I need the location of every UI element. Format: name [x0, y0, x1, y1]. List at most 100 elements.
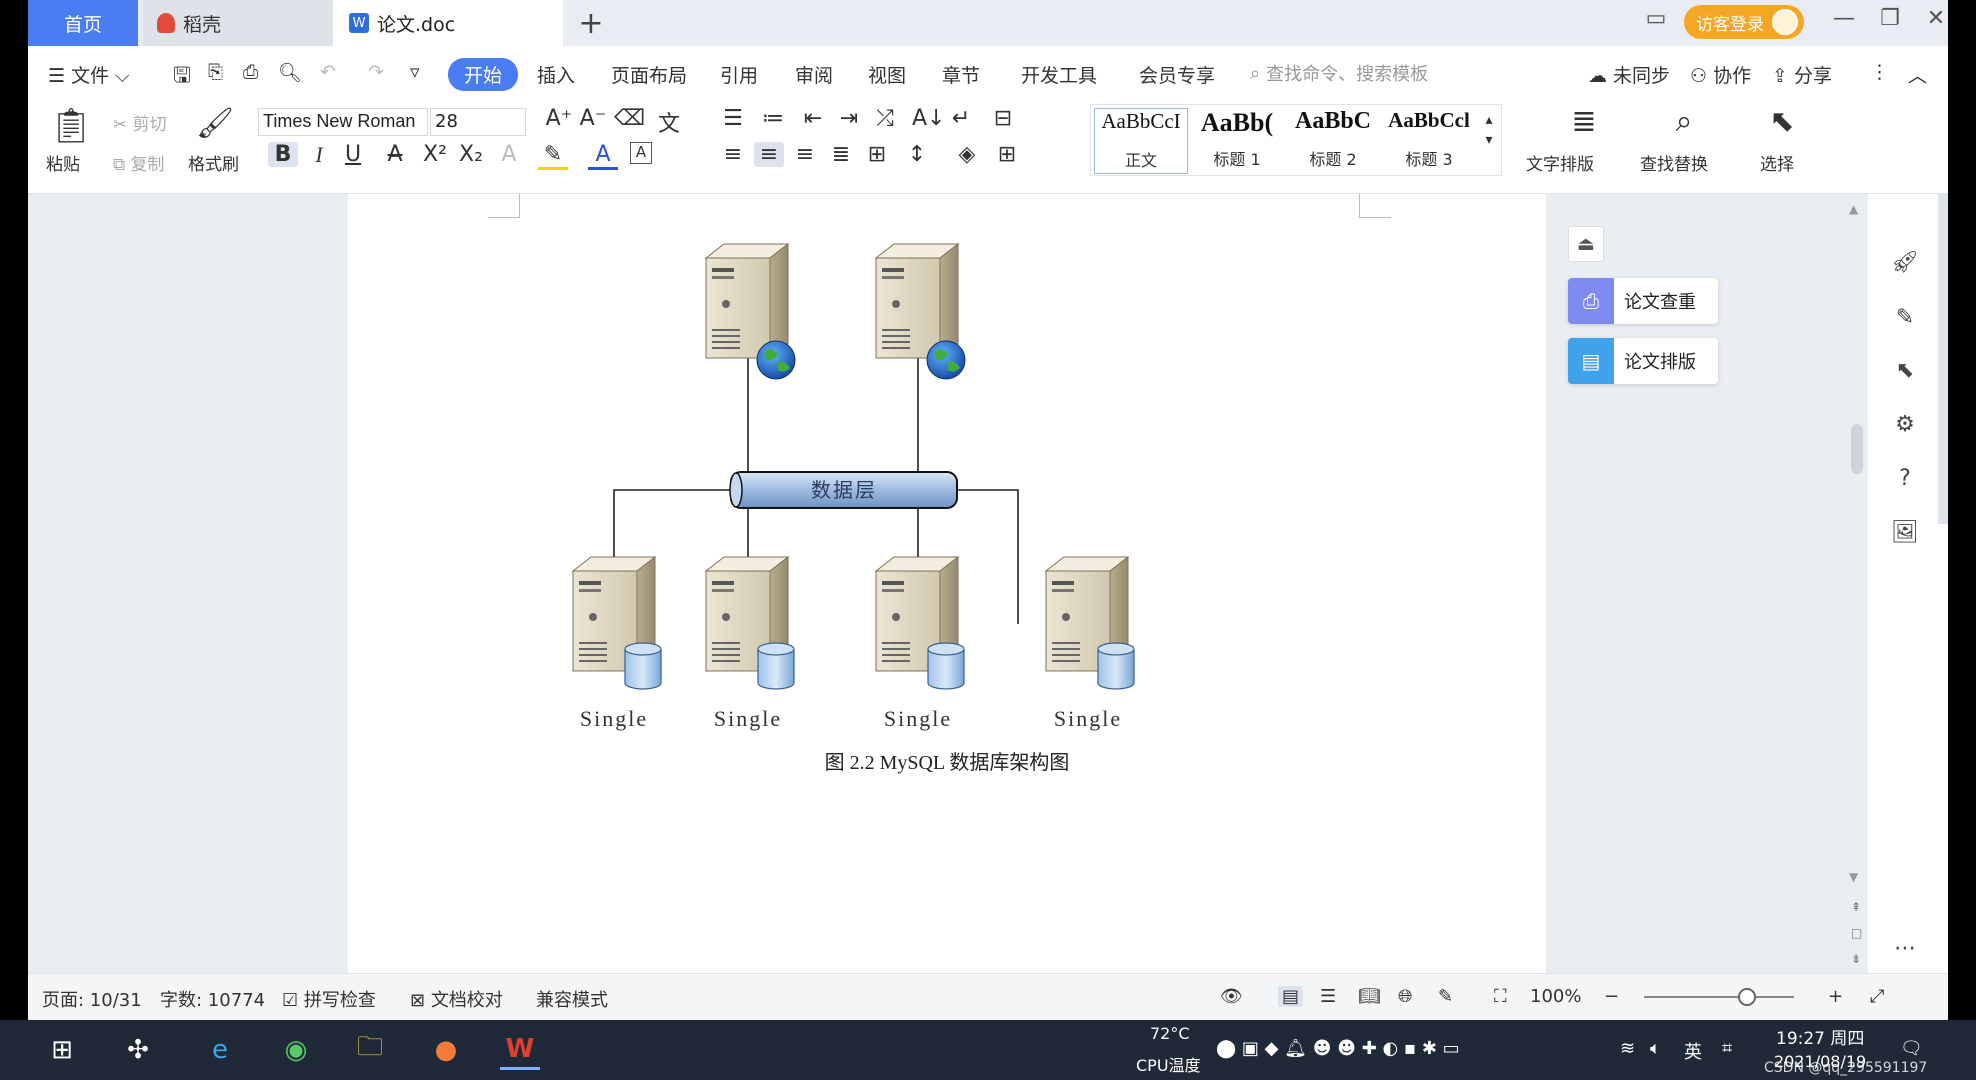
spell-check-button[interactable]: ☑ 拼写检查 [282, 986, 376, 1012]
italic-icon[interactable]: I [304, 142, 334, 168]
format-painter-icon[interactable]: 🖌︎ [196, 106, 234, 141]
shrink-font-icon[interactable]: A⁻ [578, 106, 608, 131]
font-size-select[interactable]: 28 [430, 108, 526, 136]
cursor-icon[interactable]: ⬉ [1890, 358, 1920, 383]
menu-item-view[interactable]: 视图 [868, 61, 906, 88]
menu-item-page-layout[interactable]: 页面布局 [611, 61, 687, 88]
highlight-icon[interactable]: ✎ [538, 142, 568, 170]
line-spacing-icon[interactable]: ↕ [902, 142, 932, 167]
pen-icon[interactable]: ✎ [1890, 305, 1920, 330]
restore-button[interactable]: ❐ [1870, 6, 1910, 31]
notification-icon[interactable]: 🗨︎ [1900, 1038, 1923, 1059]
tab-home[interactable]: 首页 [28, 0, 138, 46]
strikethrough-icon[interactable]: A [380, 142, 410, 167]
borders-icon[interactable]: ⊞ [992, 142, 1022, 167]
text-layout-button[interactable]: 文字排版 [1526, 150, 1594, 175]
justify-icon[interactable]: ≣ [826, 142, 856, 167]
ie-browser-icon[interactable]: e [200, 1030, 240, 1070]
page-indicator[interactable]: 页面: 10/31 [42, 986, 142, 1012]
format-icon[interactable]: ⎘ [208, 61, 223, 83]
proofread-button[interactable]: ⊠ 文档校对 [410, 986, 503, 1012]
char-border-icon[interactable]: A [630, 142, 652, 164]
select-button[interactable]: 选择 [1760, 150, 1794, 175]
chinese-layout-icon[interactable]: ⤮ [870, 106, 900, 131]
scroll-down-icon[interactable]: ▼ [1849, 870, 1858, 884]
read-mode-icon[interactable]: 📖︎ [1358, 986, 1381, 1007]
undo-icon[interactable]: ↶ [320, 61, 336, 83]
sync-button[interactable]: ☁ 未同步 [1588, 61, 1670, 88]
collab-button[interactable]: ⚇ 协作 [1690, 61, 1751, 88]
align-center-icon[interactable]: ≡ [754, 142, 784, 167]
eye-protect-icon[interactable]: 👁︎ [1220, 986, 1243, 1007]
more-options-icon[interactable]: ⋯ [1890, 936, 1920, 961]
style-heading-3[interactable]: AaBbCcl 标题 3 [1382, 108, 1476, 174]
font-color-icon[interactable]: A [588, 142, 618, 170]
app-orange-icon[interactable]: ● [426, 1030, 466, 1070]
zoom-in-icon[interactable]: + [1828, 986, 1843, 1007]
zoom-level[interactable]: 100% [1530, 986, 1581, 1007]
file-menu[interactable]: ☰ 文件 ⌵ [48, 61, 130, 88]
menu-item-member[interactable]: 会员专享 [1139, 61, 1215, 88]
paper-check-button[interactable]: ⎙ 论文查重 [1568, 278, 1718, 324]
wps-app-icon[interactable]: W [500, 1030, 540, 1070]
outline-view-icon[interactable]: ☰ [1320, 986, 1336, 1007]
copy-button[interactable]: ⧉ 复制 [113, 150, 165, 175]
align-left-icon[interactable]: ≡ [718, 142, 748, 167]
strip-scrollbar[interactable] [1938, 194, 1948, 524]
word-count[interactable]: 字数: 10774 [160, 986, 265, 1012]
menu-item-insert[interactable]: 插入 [537, 61, 575, 88]
help-icon[interactable]: ? [1890, 466, 1920, 491]
tab-document[interactable]: W 论文.doc [333, 0, 563, 46]
wifi-icon[interactable]: ≋ [1620, 1038, 1635, 1059]
image-tool-icon[interactable]: 🖼︎ [1890, 520, 1920, 545]
vertical-scrollbar[interactable]: ▲ ▼ ⇞ □ ⇟ [1846, 194, 1868, 973]
find-replace-icon[interactable]: ⌕ [1664, 104, 1704, 139]
page-nav-icons[interactable]: ⇞ □ ⇟ [1851, 894, 1862, 972]
save-icon[interactable]: 🖫 [173, 61, 191, 96]
document-page[interactable]: 数据层 Single Single Single Single 图 2.2 My… [348, 194, 1546, 973]
menu-item-reference[interactable]: 引用 [720, 61, 758, 88]
task-view-icon[interactable]: ✣ [118, 1030, 158, 1070]
shading-icon[interactable]: ◈ [952, 142, 982, 167]
grow-font-icon[interactable]: A⁺ [544, 106, 574, 131]
input-language[interactable]: 英 [1684, 1038, 1702, 1064]
zoom-slider-handle[interactable] [1738, 988, 1756, 1006]
close-button[interactable]: ✕ [1916, 6, 1948, 31]
file-explorer-icon[interactable]: 🗀 [350, 1030, 390, 1070]
increase-indent-icon[interactable]: ⇥ [834, 106, 864, 131]
menu-item-review[interactable]: 审阅 [795, 61, 833, 88]
page-view-icon[interactable]: ▤ [1278, 986, 1304, 1007]
style-normal[interactable]: AaBbCcI 正文 [1094, 108, 1188, 174]
rocket-icon[interactable]: 🚀︎ [1890, 250, 1920, 275]
print-preview-icon[interactable]: 🔍︎ [278, 61, 302, 84]
underline-icon[interactable]: U [338, 142, 368, 167]
bold-icon[interactable]: B [268, 142, 298, 167]
write-mode-icon[interactable]: ✎ [1438, 986, 1453, 1007]
numbered-list-icon[interactable]: ≔ [758, 106, 788, 131]
web-view-icon[interactable]: 🌐︎ [1398, 986, 1412, 1007]
text-layout-icon[interactable]: ≣ [1564, 104, 1604, 139]
text-effect-icon[interactable]: A [494, 142, 524, 167]
print-icon[interactable]: ⎙ [243, 61, 258, 83]
minimize-button[interactable]: — [1824, 6, 1864, 31]
decrease-indent-icon[interactable]: ⇤ [798, 106, 828, 131]
superscript-icon[interactable]: X² [420, 142, 450, 167]
quick-access-dropdown-icon[interactable]: ▿ [410, 61, 420, 83]
input-method-icon[interactable]: ⌗ [1722, 1038, 1732, 1059]
window-layout-icon[interactable]: ▭ [1636, 6, 1676, 31]
fullscreen-icon[interactable]: ⤢ [1870, 986, 1884, 1007]
select-cursor-icon[interactable]: ⬉ [1762, 104, 1802, 139]
font-name-select[interactable]: Times New Roman [258, 108, 428, 136]
paste-button[interactable]: 粘贴 [46, 150, 80, 175]
style-heading-2[interactable]: AaBbC 标题 2 [1286, 108, 1380, 174]
command-search[interactable]: ⌕ 查找命令、搜索模板 [1250, 60, 1428, 86]
paste-icon[interactable]: 📋︎ [48, 106, 94, 146]
tray-app-icons[interactable]: ⬤ ▣ ◆ 🔔︎ ☻ ☻ ✚ ◐ ▪ ✱ ▭ [1216, 1038, 1460, 1059]
zoom-slider[interactable] [1644, 996, 1794, 998]
table-border-icon[interactable]: ⊟ [988, 106, 1018, 131]
tab-daoke[interactable]: 稻壳 [143, 0, 353, 46]
align-right-icon[interactable]: ≡ [790, 142, 820, 167]
collapse-ribbon-icon[interactable]: ︿ [1908, 61, 1927, 88]
volume-icon[interactable]: 🔈︎ [1650, 1038, 1661, 1059]
style-heading-1[interactable]: AaBb( 标题 1 [1190, 108, 1284, 174]
